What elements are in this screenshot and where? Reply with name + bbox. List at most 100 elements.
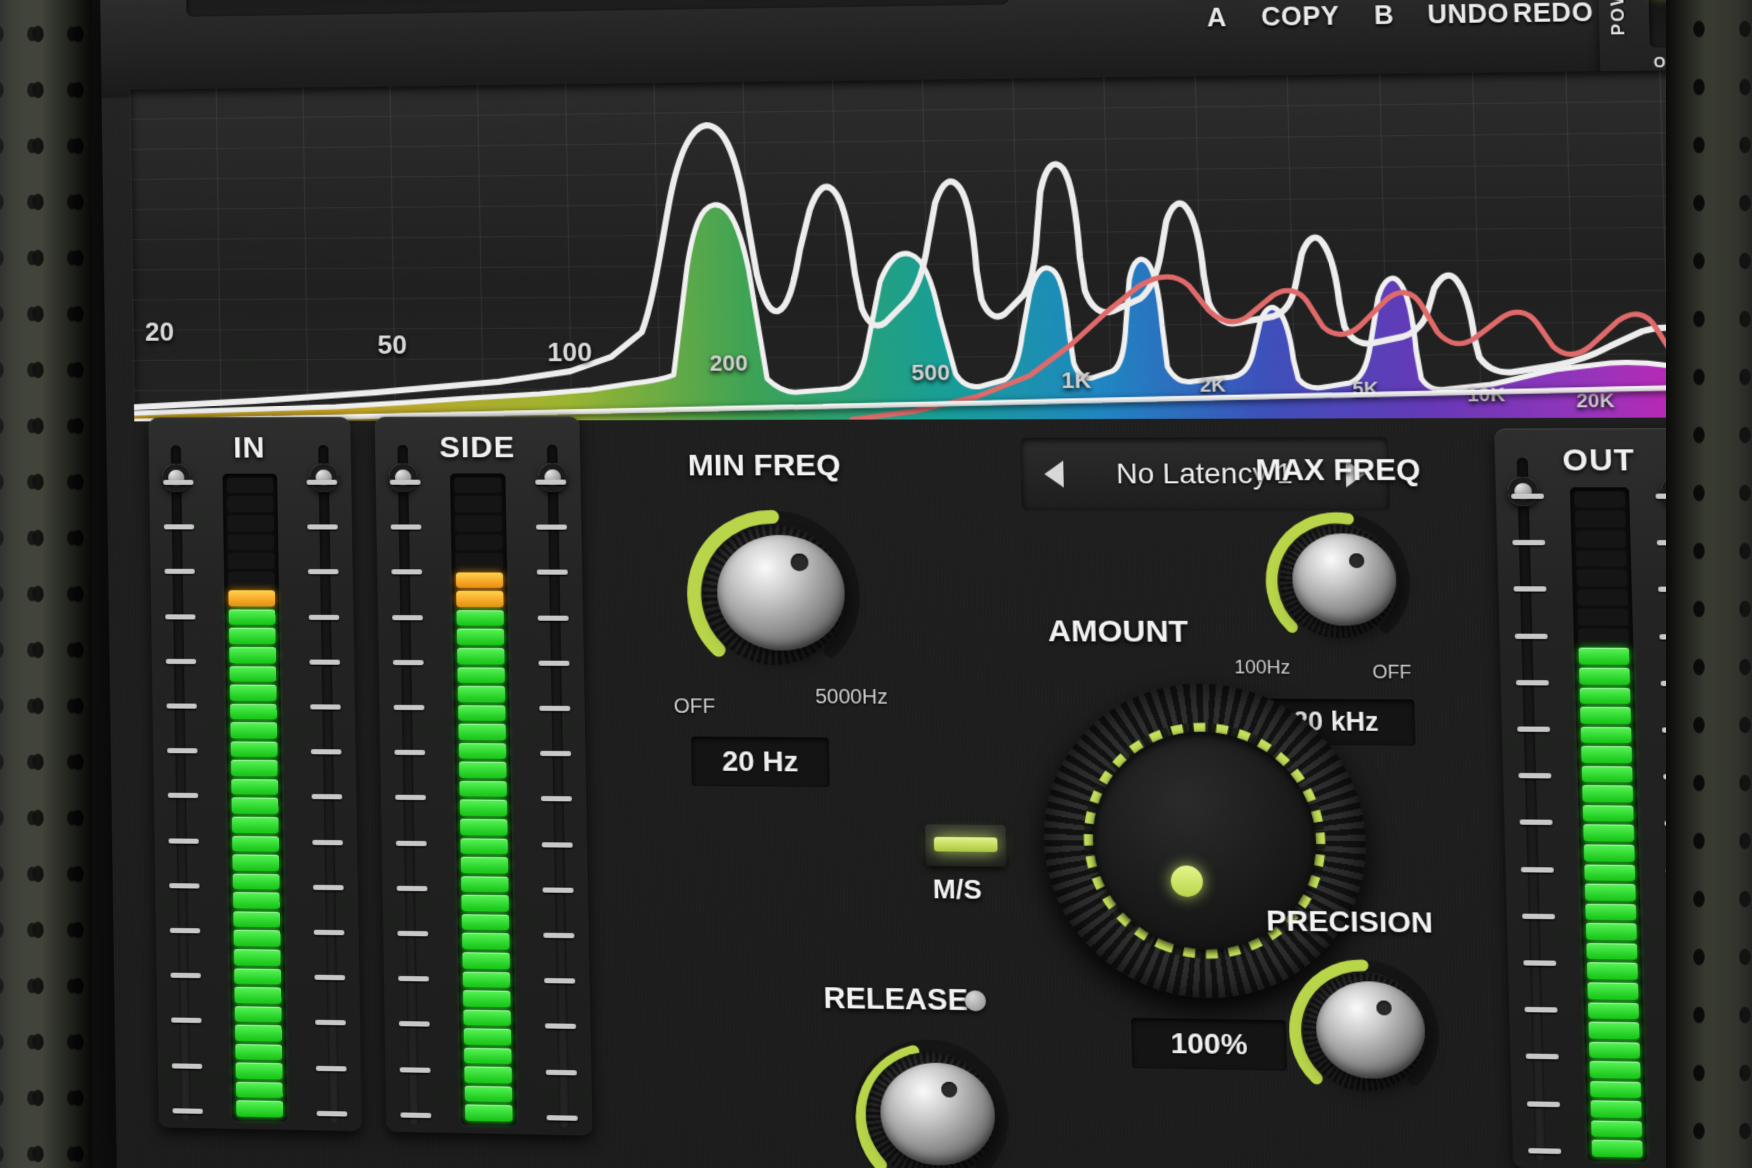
meter-tick	[400, 1067, 431, 1073]
plugin-panel: A COPY B UNDO REDO	[100, 0, 1752, 1168]
meter-tick	[390, 480, 421, 485]
min-freq-knob[interactable]	[684, 508, 863, 682]
meter-segment	[464, 1067, 512, 1084]
input-meter-ticks-left	[163, 474, 203, 1120]
meter-tick	[307, 480, 338, 485]
meter-tick	[395, 795, 426, 800]
max-freq-knob[interactable]	[1263, 510, 1413, 653]
meter-tick	[394, 750, 425, 755]
meter-segment	[1587, 963, 1638, 980]
meter-segment	[227, 496, 274, 512]
meter-segment	[1585, 903, 1636, 920]
side-meter-label: SIDE	[439, 431, 515, 466]
meter-tick	[169, 883, 199, 888]
amount-knob[interactable]	[1041, 683, 1370, 1001]
min-freq-value[interactable]: 20 Hz	[691, 737, 830, 788]
meter-tick	[308, 569, 339, 574]
meter-segment	[236, 1082, 283, 1099]
meter-tick	[1515, 633, 1548, 638]
meter-segment	[229, 609, 276, 625]
meter-segment	[232, 817, 279, 833]
meter-segment	[460, 800, 508, 816]
meter-segment	[236, 1101, 283, 1118]
meter-tick	[315, 1020, 346, 1026]
meter-tick	[398, 976, 429, 982]
release-knob-pointer	[941, 1081, 957, 1097]
meter-segment	[464, 1028, 512, 1045]
meter-segment	[1583, 805, 1634, 822]
meter-segment	[230, 685, 277, 701]
meter-segment	[1580, 687, 1631, 704]
meter-tick	[535, 480, 566, 485]
meter-tick	[1522, 913, 1555, 919]
input-meter-ladder	[223, 474, 288, 1122]
meter-segment	[1592, 1140, 1643, 1158]
input-meter[interactable]: IN	[148, 417, 362, 1131]
meter-segment	[234, 949, 281, 966]
meter-segment	[464, 1048, 512, 1065]
meter-tick	[313, 885, 344, 890]
meter-tick	[172, 1108, 202, 1114]
precision-label: PRECISION	[1266, 904, 1434, 940]
meter-tick	[170, 928, 200, 933]
meter-tick	[547, 1115, 578, 1121]
side-meter-ticks-right	[535, 473, 578, 1127]
redo-label: REDO	[1512, 0, 1594, 29]
meter-segment	[462, 952, 510, 969]
meter-segment	[235, 1044, 282, 1061]
release-label: RELEASE	[823, 982, 968, 1018]
side-meter[interactable]: SIDE	[375, 416, 593, 1135]
meter-segment	[1588, 1002, 1639, 1019]
meter-segment	[1587, 982, 1638, 999]
meter-tick	[1517, 726, 1550, 731]
meter-segment	[236, 1063, 283, 1080]
copy-label: COPY	[1261, 2, 1340, 33]
meter-tick	[537, 570, 568, 575]
meter-tick	[1511, 494, 1544, 499]
meter-segment	[463, 990, 511, 1007]
meter-tick	[316, 1065, 347, 1071]
spectrum-curves	[129, 70, 1723, 422]
meter-segment	[233, 911, 280, 927]
meter-segment	[457, 629, 504, 645]
meter-segment	[231, 741, 278, 757]
side-meter-ladder	[450, 474, 517, 1126]
amount-value[interactable]: 100%	[1131, 1018, 1287, 1071]
meter-tick	[314, 975, 345, 981]
meter-tick	[546, 1069, 577, 1075]
meter-tick	[1512, 540, 1545, 545]
meter-segment	[458, 724, 506, 740]
meter-segment	[455, 515, 502, 531]
precision-knob[interactable]	[1286, 957, 1441, 1107]
meter-segment	[231, 779, 278, 795]
meter-segment	[1586, 943, 1637, 960]
meter-tick	[540, 751, 571, 756]
header-display-inset	[186, 0, 1009, 17]
amount-label: AMOUNT	[1048, 614, 1189, 650]
ms-toggle-button[interactable]	[925, 824, 1006, 866]
meter-tick	[307, 525, 338, 530]
meter-tick	[543, 933, 574, 939]
meter-segment	[1575, 531, 1626, 547]
meter-tick	[545, 1024, 576, 1030]
spectrum-analyzer[interactable]: 20 50 100 200 500 1K 2K 5K 10K 20K	[129, 70, 1723, 422]
output-meter-ticks-left	[1511, 487, 1561, 1160]
meter-tick	[317, 1111, 348, 1117]
meter-segment	[460, 838, 508, 854]
meter-segment	[456, 610, 503, 626]
meter-segment	[1584, 864, 1635, 881]
meter-tick	[309, 614, 340, 619]
meter-tick	[544, 978, 575, 984]
release-knob[interactable]	[849, 1036, 1011, 1168]
meter-tick	[1525, 1007, 1558, 1013]
meter-segment	[1590, 1061, 1641, 1078]
meter-segment	[228, 553, 275, 569]
arrow-left-icon[interactable]	[1044, 461, 1064, 488]
meter-tick	[397, 931, 428, 937]
meter-segment	[1581, 746, 1632, 763]
ms-toggle-label: M/S	[932, 873, 982, 906]
undo-label: UNDO	[1427, 0, 1510, 31]
precision-knob-pointer	[1376, 1001, 1392, 1016]
meter-segment	[1577, 609, 1628, 626]
center-panel: No Latency 1 MIN FREQ OFF 5000Hz	[633, 414, 1458, 1168]
